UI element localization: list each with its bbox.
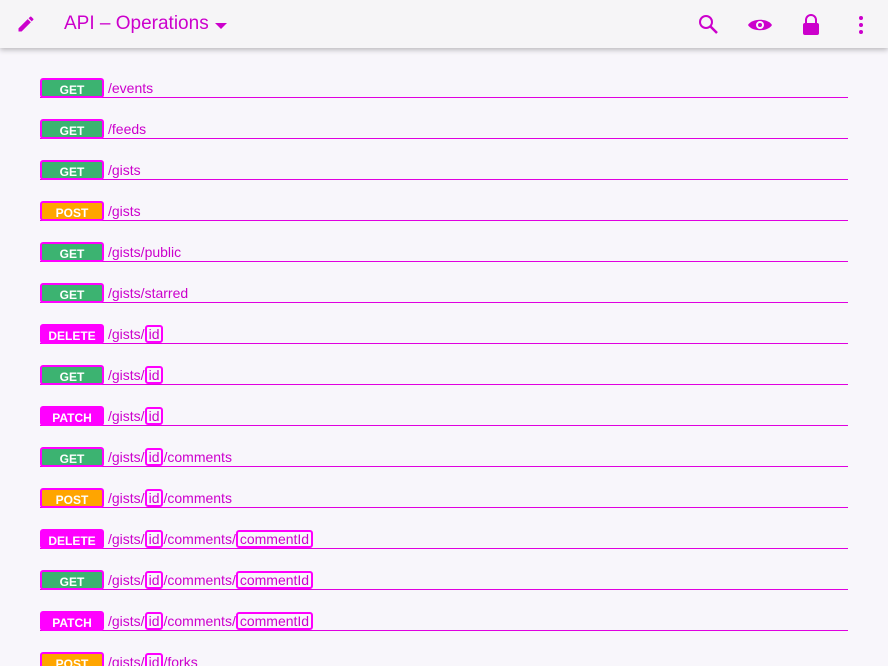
operation-path: /gists/id/comments	[108, 488, 232, 508]
path-segment: /gists/	[108, 408, 145, 424]
operation-path: /events	[108, 78, 153, 98]
path-param: id	[144, 448, 164, 466]
top-toolbar: API – Operations	[0, 0, 888, 48]
operation-path: /gists/id/comments/commentId	[108, 611, 314, 631]
operation-path: /gists/id/comments	[108, 447, 232, 467]
path-segment: /feeds	[108, 121, 147, 137]
path-param: commentId	[235, 612, 314, 630]
operation-row[interactable]: GET/gists	[40, 139, 848, 180]
method-badge: GET	[40, 283, 104, 303]
path-segment: /gists/	[108, 367, 145, 383]
operation-row[interactable]: PATCH/gists/id	[40, 385, 848, 426]
page-title: API – Operations	[64, 13, 209, 34]
path-segment: /gists/public	[108, 244, 182, 260]
path-segment: /gists/	[108, 449, 145, 465]
method-badge: DELETE	[40, 324, 104, 344]
method-badge: POST	[40, 488, 104, 508]
more-vert-icon[interactable]	[848, 12, 874, 38]
method-badge: GET	[40, 447, 104, 467]
operation-row[interactable]: PATCH/gists/id/comments/commentId	[40, 590, 848, 631]
path-segment: /comments	[163, 449, 232, 465]
operation-path: /gists/public	[108, 242, 181, 262]
chevron-down-icon	[214, 22, 227, 29]
path-param: id	[144, 571, 164, 589]
path-segment: /gists/	[108, 326, 145, 342]
path-segment: /gists	[108, 162, 141, 178]
path-segment: /gists/	[108, 613, 145, 629]
operation-path: /gists/id/comments/commentId	[108, 529, 314, 549]
method-badge: POST	[40, 201, 104, 221]
operation-row[interactable]: POST/gists/id/comments	[40, 467, 848, 508]
path-param: id	[144, 489, 164, 507]
operation-row[interactable]: GET/gists/public	[40, 221, 848, 262]
operation-row[interactable]: POST/gists/id/forks	[40, 631, 848, 666]
operation-row[interactable]: DELETE/gists/id	[40, 303, 848, 344]
operation-path: /gists/starred	[108, 283, 188, 303]
operation-row[interactable]: GET/gists/id	[40, 344, 848, 385]
operation-row[interactable]: DELETE/gists/id/comments/commentId	[40, 508, 848, 549]
operation-path: /gists/id/forks	[108, 652, 198, 666]
method-badge: PATCH	[40, 406, 104, 426]
path-segment: /gists/	[108, 572, 145, 588]
path-param: id	[144, 653, 164, 666]
operation-path: /gists	[108, 201, 141, 221]
path-segment: /gists/starred	[108, 285, 189, 301]
path-segment: /gists/	[108, 490, 145, 506]
operation-path: /gists/id	[108, 324, 164, 344]
method-badge: GET	[40, 570, 104, 590]
path-segment: /forks	[163, 654, 198, 666]
method-badge: GET	[40, 119, 104, 139]
method-badge: GET	[40, 242, 104, 262]
method-badge: GET	[40, 365, 104, 385]
search-icon[interactable]	[696, 12, 722, 38]
path-segment: /gists/	[108, 531, 145, 547]
path-param: id	[144, 366, 164, 384]
operation-path: /feeds	[108, 119, 146, 139]
operation-row[interactable]: GET/feeds	[40, 98, 848, 139]
path-param: id	[144, 612, 164, 630]
operation-path: /gists	[108, 160, 141, 180]
path-segment: /gists	[108, 203, 141, 219]
app-window: API – Operations GET/events GET/feeds GET /…	[0, 0, 888, 666]
method-badge: DELETE	[40, 529, 104, 549]
operation-row[interactable]: GET/events	[40, 57, 848, 98]
operation-path: /gists/id	[108, 406, 164, 426]
operation-path: /gists/id/comments/commentId	[108, 570, 314, 590]
method-badge: GET	[40, 160, 104, 180]
path-param: id	[144, 325, 164, 343]
path-segment: /events	[108, 80, 154, 96]
path-segment: /comments/	[163, 572, 236, 588]
path-param: commentId	[235, 530, 314, 548]
path-segment: /comments/	[163, 531, 236, 547]
edit-icon[interactable]	[14, 12, 38, 36]
path-param: id	[144, 407, 164, 425]
path-segment: /comments/	[163, 613, 236, 629]
lock-icon[interactable]	[798, 12, 824, 38]
method-badge: POST	[40, 652, 104, 666]
operations-list: GET/events GET/feeds GET/gists POST/gists GE…	[0, 48, 888, 666]
method-badge: GET	[40, 78, 104, 98]
method-badge: PATCH	[40, 611, 104, 631]
operation-row[interactable]: GET/gists/id/comments	[40, 426, 848, 467]
operation-row[interactable]: POST/gists	[40, 180, 848, 221]
path-param: commentId	[235, 571, 314, 589]
eye-icon[interactable]	[747, 12, 773, 38]
operation-path: /gists/id	[108, 365, 164, 385]
path-segment: /comments	[163, 490, 232, 506]
operation-row[interactable]: GET/gists/starred	[40, 262, 848, 303]
title-dropdown[interactable]: API – Operations	[64, 13, 227, 35]
operation-row[interactable]: GET/gists/id/comments/commentId	[40, 549, 848, 590]
path-segment: /gists/	[108, 654, 145, 666]
path-param: id	[144, 530, 164, 548]
